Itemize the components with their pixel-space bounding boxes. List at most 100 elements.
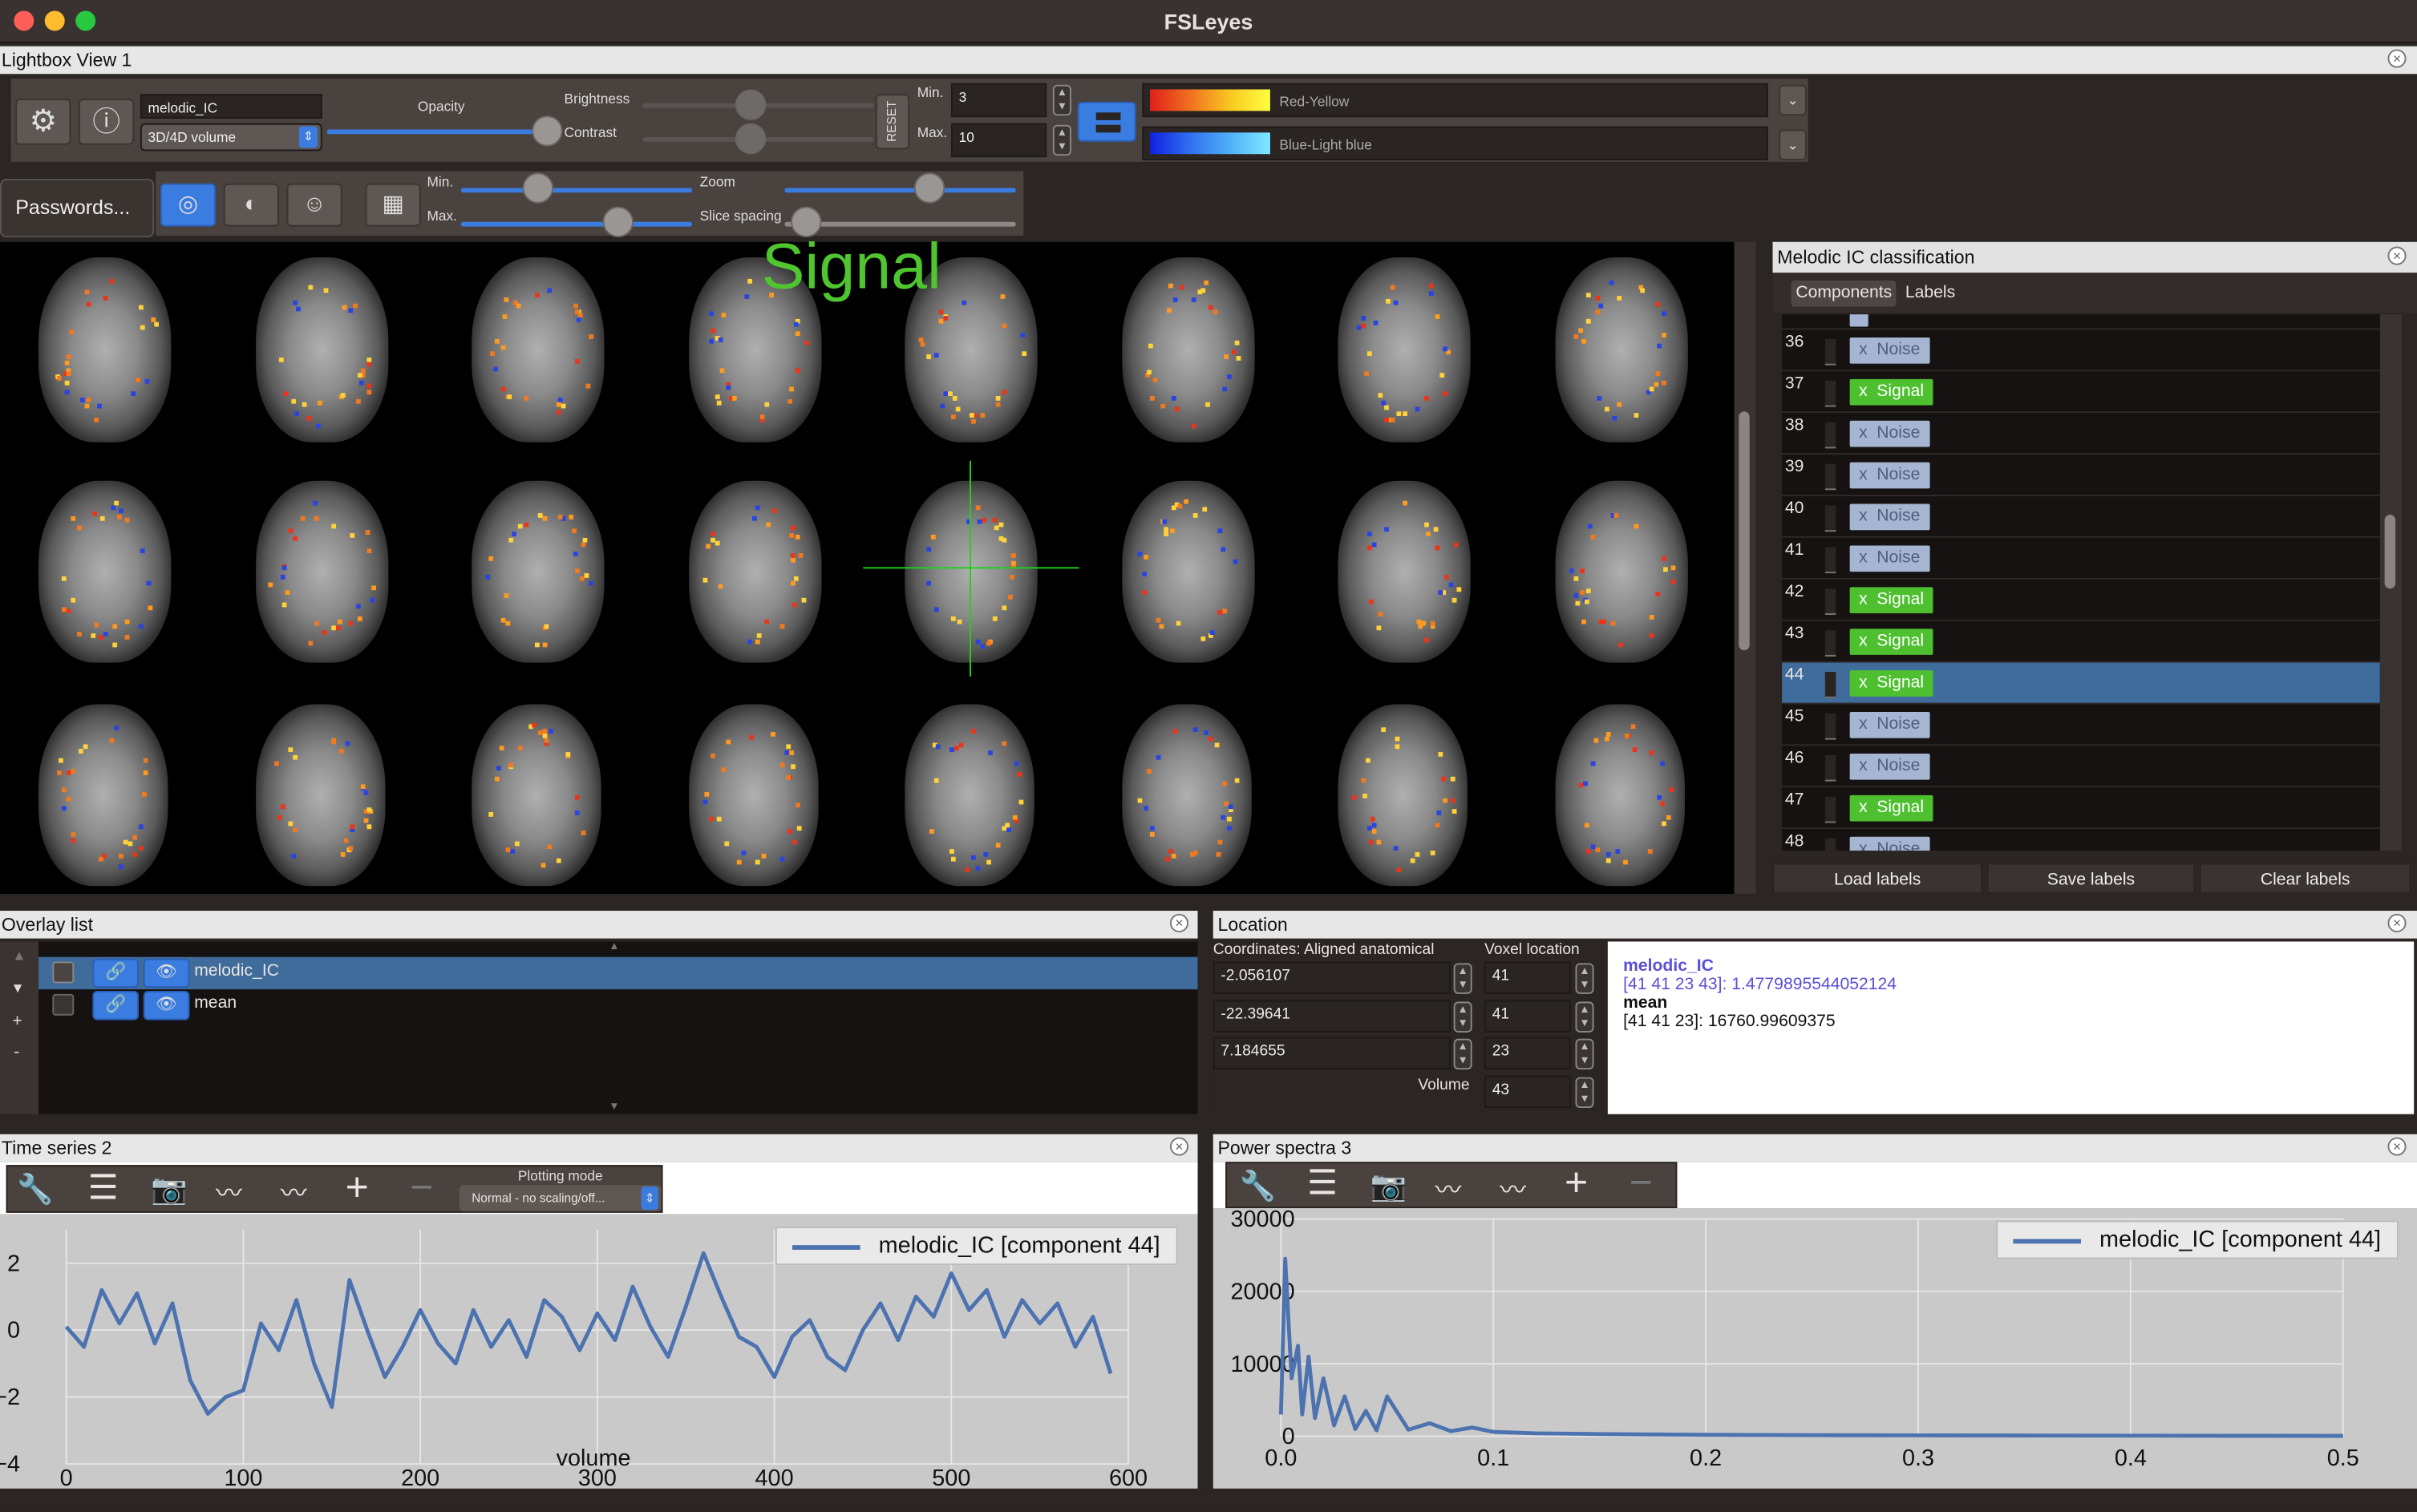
zoom-slider[interactable] <box>784 188 1016 193</box>
voxel-x-field[interactable]: 41 <box>1484 961 1571 994</box>
close-timeseries-icon[interactable]: × <box>1169 1137 1189 1156</box>
powerspectra-settings-icon[interactable]: 〰 <box>1435 1168 1462 1207</box>
component-checkbox[interactable] <box>1824 547 1836 574</box>
overlay-plot-settings-icon[interactable]: 〰 <box>1500 1168 1526 1207</box>
clear-labels-button[interactable]: Clear labels <box>2199 863 2411 894</box>
noise-tag[interactable]: x Noise <box>1849 420 1929 447</box>
close-lightbox-icon[interactable]: × <box>2387 49 2407 68</box>
component-row[interactable]: 47 x Signal <box>1782 787 2380 830</box>
component-checkbox[interactable] <box>1824 463 1836 491</box>
signal-tag[interactable]: x Signal <box>1849 794 1933 822</box>
eye-icon[interactable]: 👁 <box>143 990 190 1021</box>
remove-tag-icon[interactable]: x <box>1859 715 1868 734</box>
coord-y-spin[interactable]: ▲ ▼ <box>1453 1001 1472 1033</box>
component-checkbox[interactable] <box>1824 713 1836 740</box>
close-classification-icon[interactable]: × <box>2387 246 2407 265</box>
component-row[interactable]: 39 x Noise <box>1782 455 2380 496</box>
component-row[interactable]: 41 x Noise <box>1782 537 2380 580</box>
component-list-scrollbar-thumb[interactable] <box>2384 515 2396 589</box>
component-checkbox[interactable] <box>1824 796 1836 823</box>
voxel-z-field[interactable]: 23 <box>1484 1037 1571 1070</box>
signal-tag[interactable]: x Signal <box>1849 378 1933 406</box>
link-icon[interactable]: 🔗 <box>92 990 139 1021</box>
component-row[interactable]: 46 x Noise <box>1782 746 2380 788</box>
add-overlay-button[interactable]: + <box>12 1013 22 1031</box>
coord-z-spin[interactable]: ▲ ▼ <box>1453 1038 1472 1070</box>
remove-tag-icon[interactable]: x <box>1859 466 1868 484</box>
coord-z-field[interactable]: 7.184655 <box>1213 1037 1451 1070</box>
timeseries-settings-icon[interactable]: 〰 <box>216 1171 242 1210</box>
save-overlay-icon[interactable] <box>52 993 75 1016</box>
remove-tag-icon[interactable]: x <box>1859 798 1868 817</box>
component-row[interactable]: 44 x Signal <box>1782 662 2380 705</box>
overlay-name-field[interactable]: melodic_IC <box>140 94 322 119</box>
negative-cmap-toggle-icon[interactable] <box>1077 101 1136 142</box>
noise-tag[interactable]: x Noise <box>1849 836 1929 851</box>
overlay-list-item-melodic[interactable]: 🔗 👁 melodic_IC <box>38 956 1198 990</box>
signal-tag[interactable]: x Signal <box>1849 587 1933 614</box>
info-icon[interactable]: ⓘ <box>79 99 135 145</box>
load-labels-button[interactable]: Load labels <box>1772 863 1982 894</box>
lightbox-canvas[interactable]: Signal <box>0 229 1735 894</box>
close-powerspectra-icon[interactable]: × <box>2387 1137 2407 1156</box>
save-labels-button[interactable]: Save labels <box>1986 863 2196 894</box>
opacity-slider-knob[interactable] <box>532 115 563 147</box>
zrange-min-slider[interactable] <box>460 188 693 193</box>
component-checkbox[interactable] <box>1824 505 1836 532</box>
component-checkbox[interactable] <box>1824 838 1836 851</box>
component-checkbox[interactable] <box>1824 754 1836 782</box>
zrange-max-knob[interactable] <box>602 206 634 238</box>
scroll-up-arrow-icon[interactable]: ▲ <box>609 941 619 952</box>
voxel-z-spin[interactable]: ▲ ▼ <box>1575 1038 1594 1070</box>
coord-y-field[interactable]: -22.39641 <box>1213 1000 1451 1033</box>
zoom-knob[interactable] <box>913 172 945 204</box>
sagittal-view-icon[interactable]: ◐ <box>223 183 279 227</box>
opacity-slider-track[interactable] <box>326 129 551 135</box>
volume-field[interactable]: 43 <box>1484 1075 1571 1109</box>
remove-tag-icon[interactable]: x <box>1859 632 1868 650</box>
contrast-slider-knob[interactable] <box>735 123 767 155</box>
move-down-button[interactable]: ▼ <box>10 980 24 996</box>
scroll-down-arrow-icon[interactable]: ▼ <box>609 1102 619 1112</box>
voxel-x-spin[interactable]: ▲ ▼ <box>1575 963 1594 994</box>
timeseries-plot[interactable]: 010020030040050060020−2−4volume melodic_… <box>0 1214 1198 1489</box>
component-row[interactable]: 48 x Noise <box>1782 829 2380 851</box>
camera-icon[interactable]: 📷 <box>151 1171 188 1208</box>
add-plot-icon[interactable]: + <box>346 1163 369 1211</box>
passwords-popup[interactable]: Passwords... <box>0 178 155 238</box>
lightbox-scrollbar[interactable] <box>1734 241 1756 894</box>
volume-type-select[interactable]: 3D/4D volume ⇕ <box>140 123 322 152</box>
chevron-down-icon[interactable]: ⌄ <box>1779 129 1807 160</box>
chevron-down-icon[interactable]: ⌄ <box>1779 84 1807 116</box>
wrench-icon[interactable]: 🔧 <box>17 1171 54 1208</box>
min-value-field[interactable]: 3 <box>950 83 1047 118</box>
remove-tag-icon[interactable]: x <box>1859 840 1868 851</box>
component-row[interactable]: 45 x Noise <box>1782 704 2380 746</box>
noise-tag[interactable]: x Noise <box>1849 545 1929 572</box>
colormap-select-2[interactable]: Blue-Light blue <box>1142 126 1768 160</box>
eye-icon[interactable]: 👁 <box>143 958 190 988</box>
list-icon[interactable]: ☰ <box>1307 1163 1338 1203</box>
reset-button[interactable]: RESET <box>875 94 910 150</box>
component-row[interactable]: 43 x Signal <box>1782 621 2380 663</box>
gear-icon[interactable]: ⚙ <box>15 99 71 145</box>
close-location-icon[interactable]: × <box>2387 913 2407 932</box>
remove-tag-icon[interactable]: x <box>1859 757 1868 775</box>
max-spin-button[interactable]: ▲ ▼ <box>1052 124 1071 156</box>
powerspectra-plot[interactable]: 0.0 0.1 0.2 0.3 0.4 0.5 30000 20000 10000 0 melod… <box>1213 1208 2417 1489</box>
component-checkbox[interactable] <box>1824 672 1836 698</box>
tab-components[interactable]: Components <box>1791 280 1897 307</box>
remove-plot-icon[interactable]: − <box>410 1163 433 1211</box>
lightbox-scrollbar-thumb[interactable] <box>1739 411 1750 651</box>
component-checkbox[interactable] <box>1824 588 1836 615</box>
voxel-y-spin[interactable]: ▲ ▼ <box>1575 1001 1594 1033</box>
remove-tag-icon[interactable]: x <box>1859 341 1868 359</box>
voxel-y-field[interactable]: 41 <box>1484 1000 1571 1033</box>
component-checkbox[interactable] <box>1824 422 1836 449</box>
remove-tag-icon[interactable]: x <box>1859 507 1868 525</box>
save-overlay-icon[interactable] <box>52 961 75 984</box>
signal-tag[interactable]: x Signal <box>1849 629 1933 655</box>
list-icon[interactable]: ☰ <box>88 1168 119 1208</box>
remove-plot-icon[interactable]: − <box>1630 1158 1653 1207</box>
camera-icon[interactable]: 📷 <box>1370 1168 1407 1205</box>
